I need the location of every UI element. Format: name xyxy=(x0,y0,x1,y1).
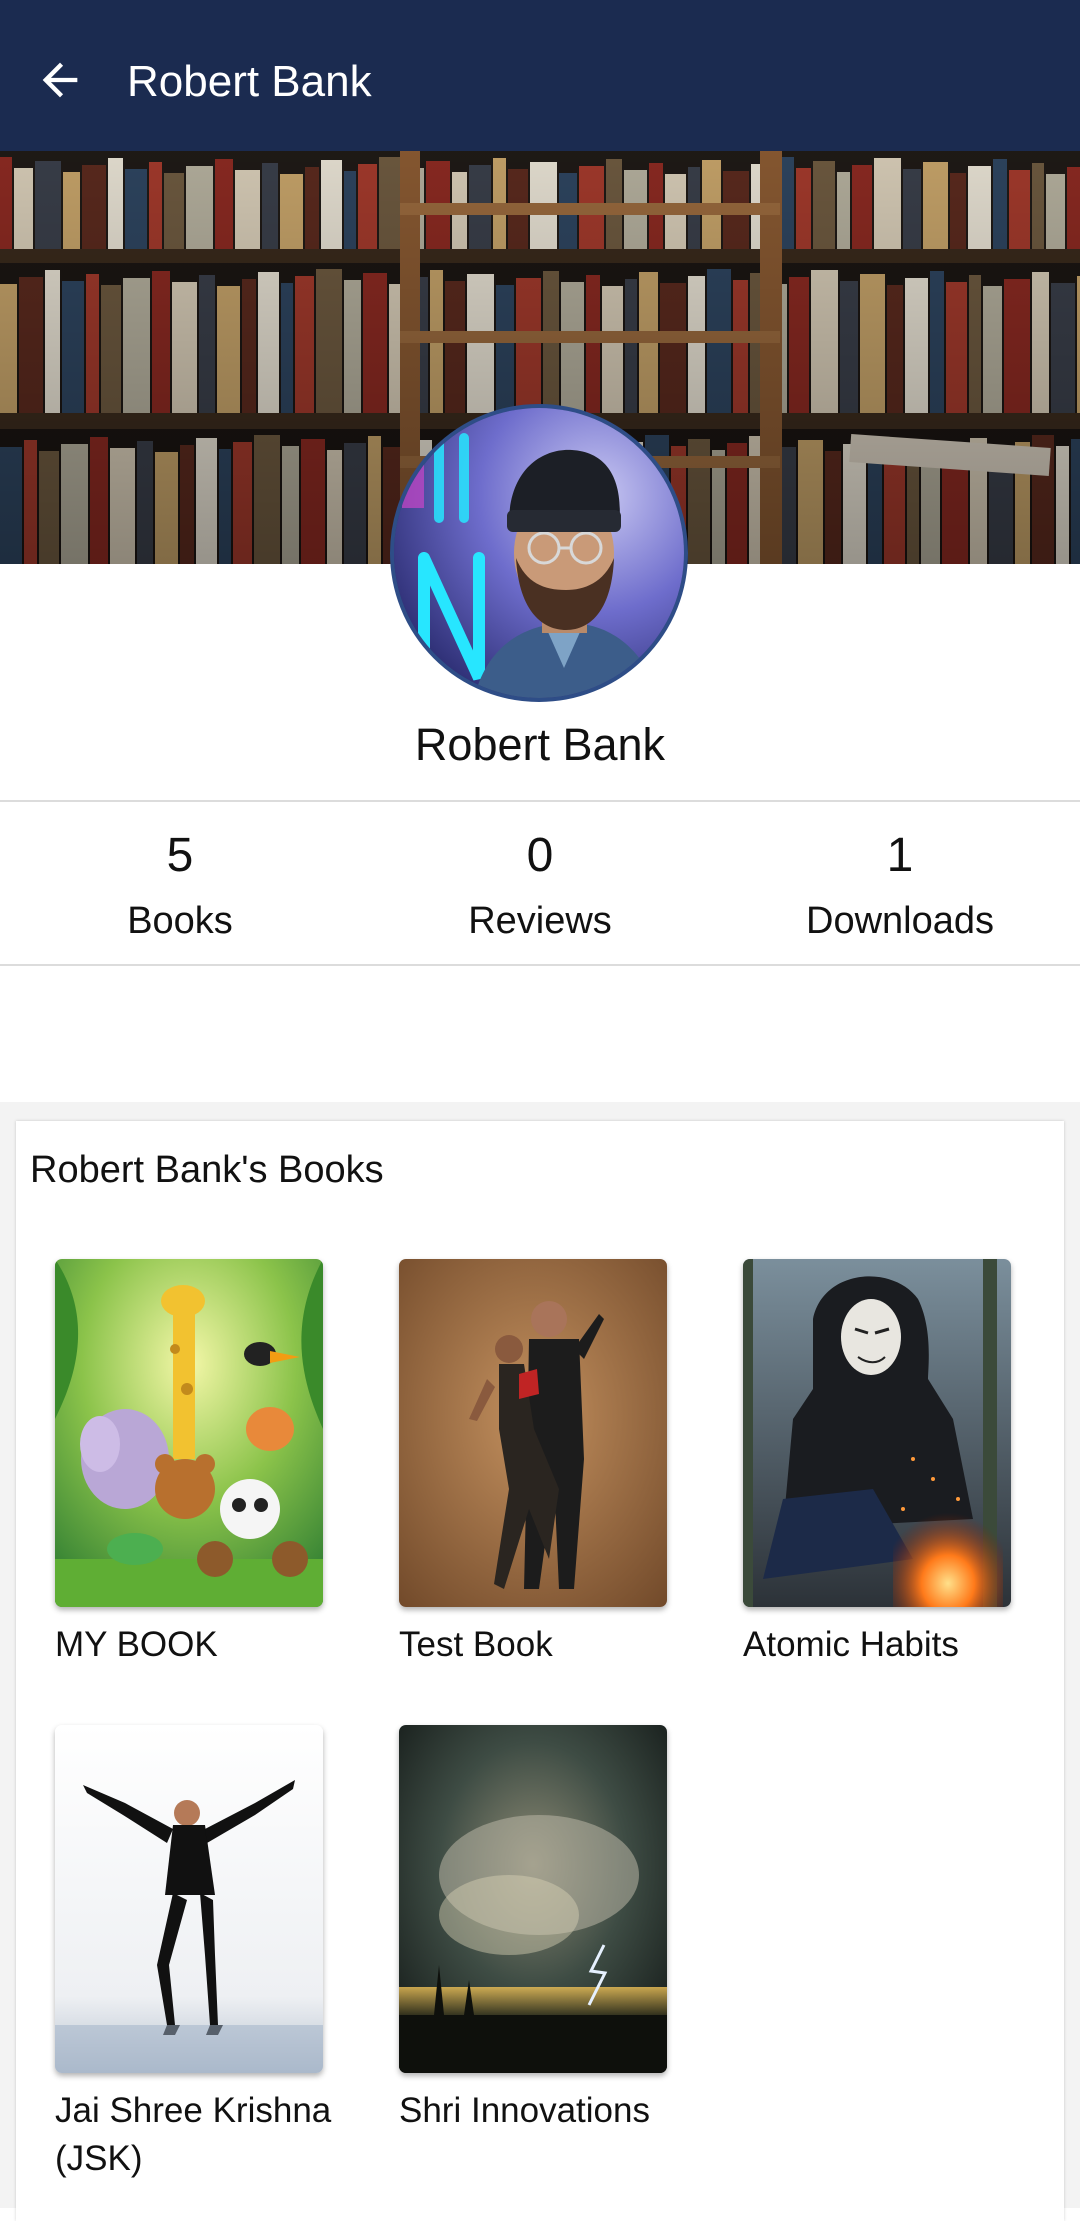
book-cover xyxy=(743,1259,1011,1607)
stat-downloads[interactable]: 1 Downloads xyxy=(720,802,1080,964)
back-button[interactable] xyxy=(24,44,96,116)
book-cover xyxy=(399,1725,667,2073)
book-title: Shri Innovations xyxy=(399,2091,650,2130)
book-item[interactable]: Jai Shree Krishna (JSK) xyxy=(55,1725,331,2183)
profile-name: Robert Bank xyxy=(414,719,666,770)
book-item[interactable]: Atomic Habits xyxy=(743,1259,1011,1669)
stat-label: Reviews xyxy=(468,900,612,942)
book-item[interactable]: Test Book xyxy=(399,1259,667,1669)
book-cover xyxy=(55,1725,323,2073)
stat-value: 1 xyxy=(886,829,914,882)
book-title: Test Book xyxy=(399,1625,553,1664)
stat-books[interactable]: 5 Books xyxy=(0,802,360,964)
book-item[interactable]: MY BOOK xyxy=(55,1259,323,1669)
stat-value: 0 xyxy=(526,829,554,882)
book-title: Atomic Habits xyxy=(743,1625,959,1664)
book-title: Jai Shree Krishna (JSK) xyxy=(55,2091,332,2178)
books-section-title: Robert Bank's Books xyxy=(30,1149,384,1191)
book-cover xyxy=(55,1259,323,1607)
book-cover xyxy=(399,1259,667,1607)
stat-label: Books xyxy=(127,900,233,942)
page-title: Robert Bank xyxy=(127,57,372,106)
avatar[interactable] xyxy=(390,404,688,702)
stats-bar: 5 Books 0 Reviews 1 Downloads xyxy=(0,800,1080,966)
stat-label: Downloads xyxy=(806,900,994,942)
arrow-left-icon xyxy=(42,62,78,98)
stat-value: 5 xyxy=(166,829,194,882)
stat-reviews[interactable]: 0 Reviews xyxy=(360,802,720,964)
book-title: MY BOOK xyxy=(55,1625,218,1664)
book-item[interactable]: Shri Innovations xyxy=(399,1725,667,2135)
app-bar: Robert Bank xyxy=(0,0,1080,151)
